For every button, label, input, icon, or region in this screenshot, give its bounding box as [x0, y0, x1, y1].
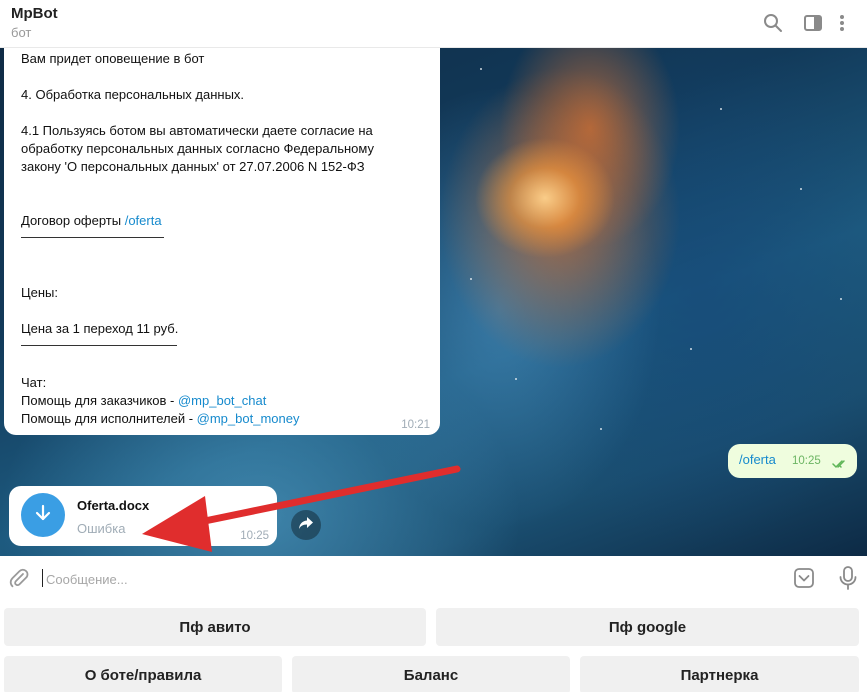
- forward-icon: [298, 516, 314, 535]
- message-line: Цены:: [21, 285, 58, 300]
- microphone-icon[interactable]: [838, 566, 858, 595]
- chat-mention-link[interactable]: @mp_bot_chat: [178, 393, 266, 408]
- message-line: обработку персональных данных согласно Ф…: [21, 141, 374, 156]
- message-time: 10:21: [401, 419, 430, 431]
- chat-subtitle: бот: [11, 25, 32, 40]
- keyboard-button-balance[interactable]: Баланс: [292, 656, 570, 692]
- keyboard-button-partner[interactable]: Партнерка: [580, 656, 859, 692]
- keyboard-button-pf-avito[interactable]: Пф авито: [4, 608, 426, 646]
- file-name[interactable]: Oferta.docx: [77, 498, 149, 513]
- oferta-command-link[interactable]: /oferta: [125, 213, 162, 228]
- message-text: Помощь для исполнителей -: [21, 411, 197, 426]
- forward-button[interactable]: [291, 510, 321, 540]
- message-line: 4. Обработка персональных данных.: [21, 87, 245, 102]
- message-text: Помощь для заказчиков -: [21, 393, 178, 408]
- bot-keyboard: Пф авито Пф google О боте/правила Баланс…: [0, 601, 867, 692]
- message-line: Цена за 1 переход 11 руб.: [21, 321, 179, 336]
- message-line: Помощь для заказчиков - @mp_bot_chat: [21, 393, 266, 408]
- double-check-icon: [832, 456, 848, 474]
- separator-line: ————————————: [21, 337, 177, 352]
- keyboard-button-pf-google[interactable]: Пф google: [436, 608, 859, 646]
- download-icon: [33, 503, 53, 528]
- message-composer: [0, 556, 867, 601]
- money-mention-link[interactable]: @mp_bot_money: [197, 411, 300, 426]
- text-caret: [42, 569, 43, 587]
- chat-area[interactable]: Вам придет оповещение в бот 4. Обработка…: [0, 48, 867, 556]
- message-line: закону 'О персональных данных' от 27.07.…: [21, 159, 365, 174]
- message-text: Договор оферты: [21, 213, 125, 228]
- message-line: Вам придет оповещение в бот: [21, 51, 205, 66]
- paperclip-icon[interactable]: [8, 567, 30, 594]
- sidebar-toggle-icon[interactable]: [802, 12, 824, 34]
- bot-message: Вам придет оповещение в бот 4. Обработка…: [4, 48, 440, 435]
- user-message: /oferta 10:25: [728, 444, 857, 478]
- file-status: Ошибка: [77, 521, 126, 536]
- more-vertical-icon[interactable]: [837, 12, 847, 34]
- message-line: 4.1 Пользуясь ботом вы автоматически дае…: [21, 123, 373, 138]
- chat-title[interactable]: MpBot: [11, 5, 58, 22]
- search-icon[interactable]: [762, 12, 784, 34]
- message-time: 10:25: [240, 530, 269, 542]
- message-line: Чат:: [21, 375, 47, 390]
- message-input[interactable]: [46, 568, 766, 590]
- download-button[interactable]: [21, 493, 65, 537]
- message-line: Договор оферты /oferta: [21, 213, 162, 228]
- message-time: 10:25: [792, 455, 821, 467]
- message-line: Помощь для исполнителей - @mp_bot_money: [21, 411, 299, 426]
- bot-keyboard-toggle-icon[interactable]: [793, 567, 815, 594]
- keyboard-button-about-rules[interactable]: О боте/правила: [4, 656, 282, 692]
- file-message: Oferta.docx Ошибка 10:25: [9, 486, 277, 546]
- user-command-text: /oferta: [739, 452, 776, 467]
- separator-line: ———————————: [21, 229, 164, 244]
- chat-header: MpBot бот: [0, 0, 867, 48]
